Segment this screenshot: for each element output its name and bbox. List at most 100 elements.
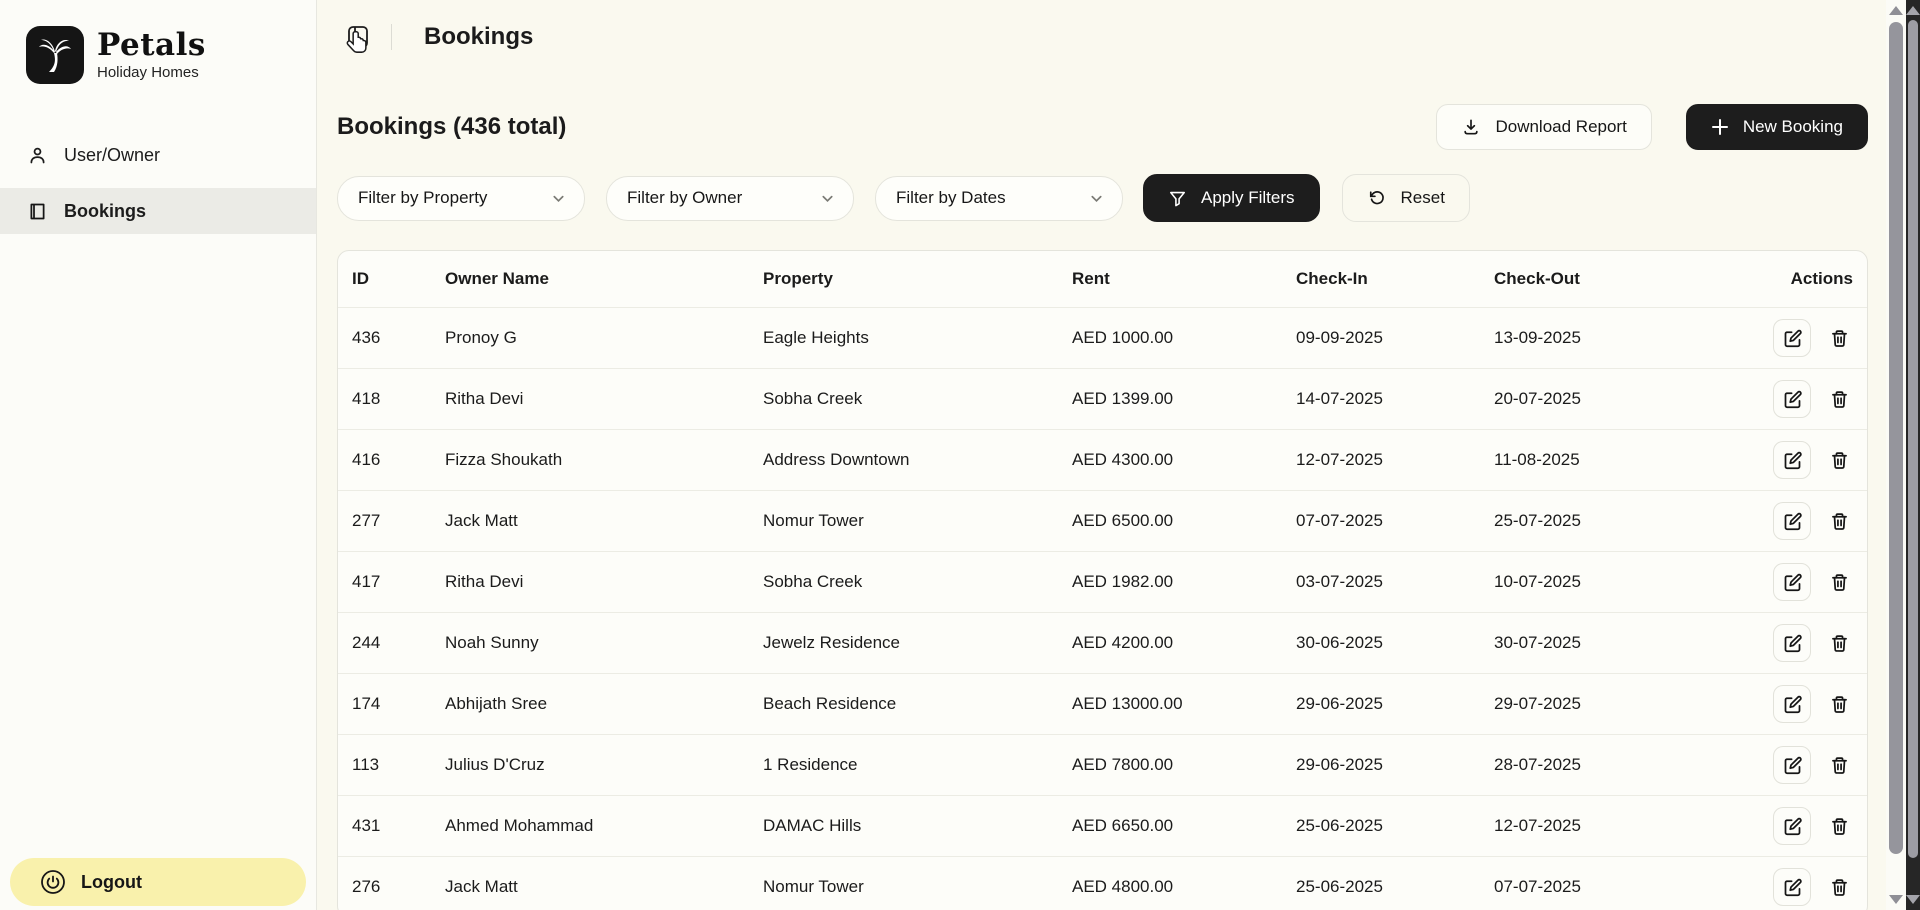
delete-button[interactable] (1824, 685, 1854, 723)
cell-checkout: 29-07-2025 (1494, 694, 1756, 714)
table-row: 431 Ahmed Mohammad DAMAC Hills AED 6650.… (338, 795, 1867, 856)
col-header-rent: Rent (1072, 269, 1296, 289)
filter-icon (1168, 189, 1187, 208)
edit-button[interactable] (1773, 868, 1811, 906)
brand-name: Petals (97, 29, 206, 62)
page-scrollbar-thumb[interactable] (1889, 22, 1903, 854)
cell-owner: Jack Matt (445, 877, 763, 897)
delete-button[interactable] (1824, 380, 1854, 418)
cell-checkout: 13-09-2025 (1494, 328, 1756, 348)
edit-icon (1782, 694, 1803, 715)
delete-button[interactable] (1824, 563, 1854, 601)
cell-checkout: 28-07-2025 (1494, 755, 1756, 775)
edit-icon (1782, 389, 1803, 410)
table-row: 277 Jack Matt Nomur Tower AED 6500.00 07… (338, 490, 1867, 551)
cell-checkout: 12-07-2025 (1494, 816, 1756, 836)
sidebar-toggle-button[interactable] (337, 16, 379, 58)
delete-button[interactable] (1824, 502, 1854, 540)
divider (391, 24, 392, 50)
edit-button[interactable] (1773, 502, 1811, 540)
hand-cursor (345, 30, 371, 58)
cell-id: 113 (352, 755, 445, 775)
edit-button[interactable] (1773, 746, 1811, 784)
sidebar-item-user-owner[interactable]: User/Owner (0, 132, 316, 178)
window-scrollbar[interactable] (1906, 0, 1920, 910)
delete-button[interactable] (1824, 319, 1854, 357)
cell-rent: AED 13000.00 (1072, 694, 1296, 714)
topbar: Bookings (317, 0, 1886, 74)
col-header-checkout: Check-Out (1494, 269, 1756, 289)
cell-rent: AED 1399.00 (1072, 389, 1296, 409)
edit-button[interactable] (1773, 319, 1811, 357)
cell-checkin: 09-09-2025 (1296, 328, 1494, 348)
edit-icon (1782, 877, 1803, 898)
table-row: 174 Abhijath Sree Beach Residence AED 13… (338, 673, 1867, 734)
delete-button[interactable] (1824, 746, 1854, 784)
sidebar: Petals Holiday Homes User/Owner Bookings… (0, 0, 317, 910)
trash-icon (1829, 816, 1850, 837)
cell-rent: AED 1982.00 (1072, 572, 1296, 592)
sidebar-item-bookings[interactable]: Bookings (0, 188, 316, 234)
edit-button[interactable] (1773, 563, 1811, 601)
edit-icon (1782, 450, 1803, 471)
page-scrollbar[interactable] (1886, 0, 1906, 910)
table-row: 416 Fizza Shoukath Address Downtown AED … (338, 429, 1867, 490)
table-header-row: ID Owner Name Property Rent Check-In Che… (338, 251, 1867, 307)
edit-button[interactable] (1773, 441, 1811, 479)
filter-by-property-select[interactable]: Filter by Property (337, 176, 585, 221)
cell-property: Nomur Tower (763, 877, 1072, 897)
cell-owner: Noah Sunny (445, 633, 763, 653)
new-booking-button[interactable]: New Booking (1686, 104, 1868, 150)
power-icon (40, 869, 66, 895)
content: Bookings (436 total) Download Report New… (317, 104, 1886, 910)
cell-property: 1 Residence (763, 755, 1072, 775)
download-report-button[interactable]: Download Report (1436, 104, 1651, 150)
book-icon (27, 201, 48, 222)
cell-owner: Fizza Shoukath (445, 450, 763, 470)
cell-rent: AED 4200.00 (1072, 633, 1296, 653)
logout-button[interactable]: Logout (10, 858, 306, 906)
rotate-ccw-icon (1367, 188, 1387, 208)
filter-by-owner-select[interactable]: Filter by Owner (606, 176, 854, 221)
cell-id: 417 (352, 572, 445, 592)
sidebar-nav: User/Owner Bookings (0, 132, 316, 234)
trash-icon (1829, 694, 1850, 715)
edit-button[interactable] (1773, 624, 1811, 662)
col-header-owner: Owner Name (445, 269, 763, 289)
trash-icon (1829, 755, 1850, 776)
apply-filters-button[interactable]: Apply Filters (1143, 174, 1320, 222)
cell-rent: AED 7800.00 (1072, 755, 1296, 775)
edit-button[interactable] (1773, 685, 1811, 723)
trash-icon (1829, 389, 1850, 410)
table-row: 436 Pronoy G Eagle Heights AED 1000.00 0… (338, 307, 1867, 368)
cell-owner: Julius D'Cruz (445, 755, 763, 775)
window-scrollbar-thumb[interactable] (1908, 20, 1918, 858)
scroll-down-arrow[interactable] (1906, 895, 1920, 904)
scroll-down-arrow[interactable] (1889, 895, 1903, 904)
cell-property: Nomur Tower (763, 511, 1072, 531)
delete-button[interactable] (1824, 624, 1854, 662)
chevron-down-icon (1089, 191, 1104, 206)
delete-button[interactable] (1824, 441, 1854, 479)
cell-id: 277 (352, 511, 445, 531)
filter-by-dates-select[interactable]: Filter by Dates (875, 176, 1123, 221)
chevron-down-icon (820, 191, 835, 206)
edit-icon (1782, 328, 1803, 349)
delete-button[interactable] (1824, 868, 1854, 906)
trash-icon (1829, 328, 1850, 349)
edit-icon (1782, 572, 1803, 593)
delete-button[interactable] (1824, 807, 1854, 845)
scroll-up-arrow[interactable] (1889, 6, 1903, 15)
cell-rent: AED 6650.00 (1072, 816, 1296, 836)
cell-checkout: 20-07-2025 (1494, 389, 1756, 409)
scroll-up-arrow[interactable] (1906, 6, 1920, 15)
edit-button[interactable] (1773, 380, 1811, 418)
col-header-property: Property (763, 269, 1072, 289)
cell-id: 276 (352, 877, 445, 897)
edit-button[interactable] (1773, 807, 1811, 845)
table-row: 244 Noah Sunny Jewelz Residence AED 4200… (338, 612, 1867, 673)
reset-button[interactable]: Reset (1342, 174, 1470, 222)
new-booking-label: New Booking (1743, 117, 1843, 137)
cell-checkout: 30-07-2025 (1494, 633, 1756, 653)
trash-icon (1829, 572, 1850, 593)
